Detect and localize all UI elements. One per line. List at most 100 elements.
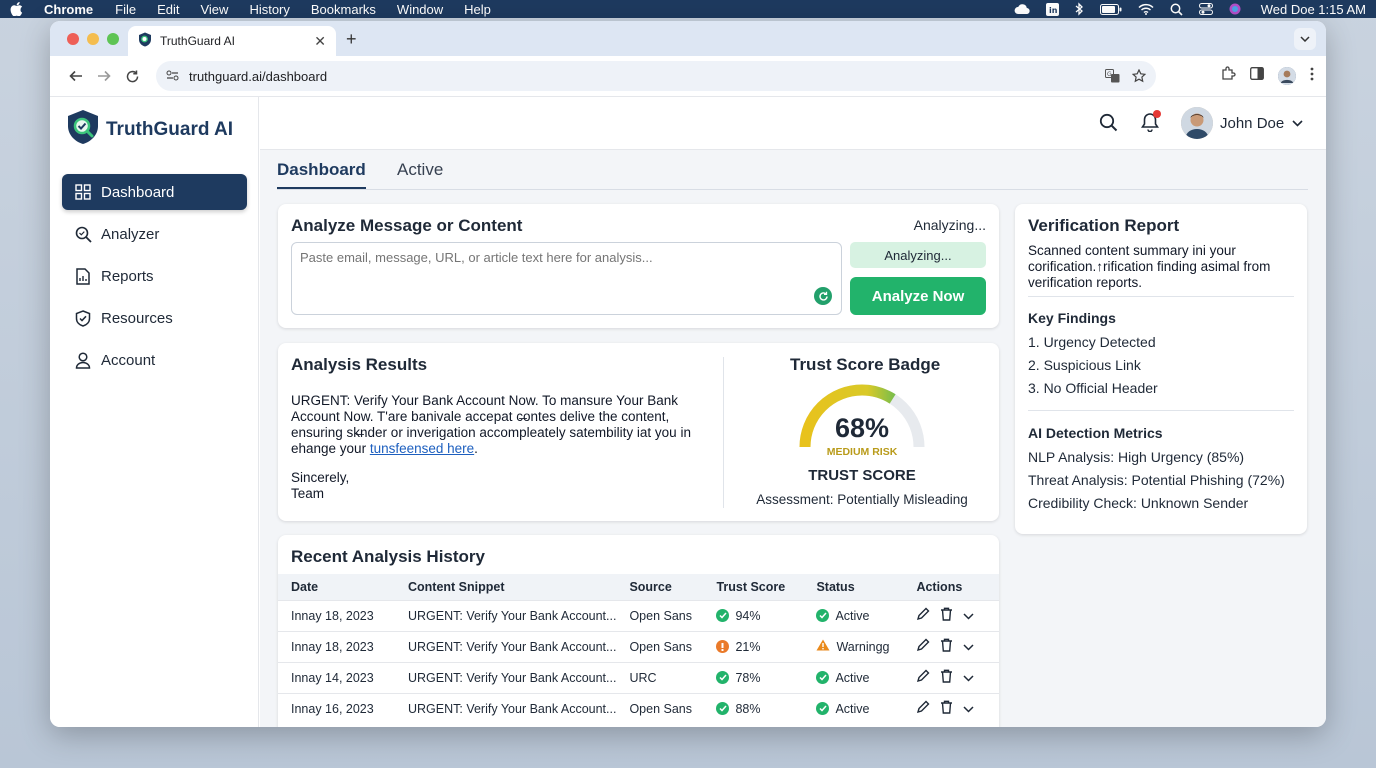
- site-info-icon[interactable]: [166, 69, 179, 84]
- browser-menu-icon[interactable]: [1310, 67, 1314, 86]
- siri-icon[interactable]: [1229, 3, 1241, 15]
- edit-pencil-icon[interactable]: [916, 669, 930, 686]
- sidebar-item-resources[interactable]: Resources: [62, 300, 247, 336]
- cloud-icon[interactable]: [1014, 3, 1030, 15]
- trash-icon[interactable]: [940, 669, 953, 686]
- close-window-button[interactable]: [67, 33, 79, 45]
- date-cell: Innay 18, 2023: [278, 630, 395, 662]
- chevron-down-icon[interactable]: [963, 671, 974, 685]
- sidebar-item-reports[interactable]: Reports: [62, 258, 247, 294]
- new-tab-icon[interactable]: +: [346, 29, 357, 50]
- menu-bookmarks[interactable]: Bookmarks: [311, 2, 376, 17]
- sidebar-item-dashboard[interactable]: Dashboard: [62, 174, 247, 210]
- shield-magnifier-logo-icon: [66, 109, 100, 150]
- bookmark-star-icon[interactable]: [1132, 69, 1146, 83]
- content-input[interactable]: [291, 242, 842, 315]
- apple-icon[interactable]: [10, 2, 26, 16]
- status-cell: Warningg: [803, 630, 904, 662]
- wifi-icon[interactable]: [1138, 3, 1154, 15]
- tab-search-chevron-icon[interactable]: [1294, 28, 1316, 50]
- sidebar-item-label: Resources: [101, 309, 173, 327]
- column-header: Actions: [903, 574, 999, 600]
- tab-active[interactable]: Active: [397, 160, 443, 187]
- analysis-results-card: Analysis Results URGENT: Verify Your Ban…: [278, 343, 999, 521]
- check-circle-icon: [716, 702, 730, 716]
- profile-avatar-icon[interactable]: [1278, 67, 1296, 85]
- url-text[interactable]: truthguard.ai/dashboard: [189, 69, 1093, 84]
- menu-help[interactable]: Help: [464, 2, 491, 17]
- snippet-cell[interactable]: URGENT: Verify Your Bank Account...: [395, 599, 617, 631]
- column-header[interactable]: Content Snippet: [395, 574, 617, 600]
- column-header[interactable]: Status: [803, 574, 904, 600]
- trash-icon[interactable]: [940, 638, 953, 655]
- forward-arrow-icon[interactable]: [90, 62, 118, 90]
- column-header[interactable]: Trust Score: [703, 574, 804, 600]
- table-row[interactable]: Innay 14, 2023 URGENT: Verify Your Bank …: [278, 661, 999, 693]
- score-value: 94%: [735, 608, 761, 623]
- score-cell: 88%: [703, 692, 804, 724]
- check-circle-icon: [716, 609, 730, 622]
- user-menu[interactable]: John Doe: [1181, 107, 1303, 139]
- browser-tab[interactable]: TruthGuard AI ✕: [128, 26, 336, 56]
- results-link[interactable]: tunsfeensed here: [370, 441, 474, 456]
- status-badge: Active: [835, 608, 870, 623]
- table-row[interactable]: Innay 18, 2023 URGENT: Verify Your Bank …: [278, 630, 999, 662]
- tab-close-icon[interactable]: ✕: [314, 33, 326, 50]
- minimize-window-button[interactable]: [87, 33, 99, 45]
- history-title: Recent Analysis History: [291, 547, 485, 566]
- source-cell: URC: [616, 661, 704, 693]
- snippet-cell[interactable]: URGENT: Verify Your Bank Account...: [395, 630, 617, 662]
- menu-window[interactable]: Window: [397, 2, 443, 17]
- menu-clock[interactable]: Wed Doe 1:15 AM: [1261, 2, 1366, 17]
- trash-icon[interactable]: [940, 700, 953, 717]
- refresh-icon[interactable]: [814, 287, 832, 305]
- search-icon[interactable]: [1099, 113, 1118, 137]
- sidebar-item-account[interactable]: Account: [62, 342, 247, 378]
- translate-icon[interactable]: G: [1105, 69, 1120, 83]
- favicon-shield-icon: [138, 32, 152, 50]
- menu-history[interactable]: History: [249, 2, 289, 17]
- edit-pencil-icon[interactable]: [916, 638, 930, 655]
- menu-view[interactable]: View: [200, 2, 228, 17]
- table-row[interactable]: Innay 16, 2023 URGENT: Verify Your Bank …: [278, 692, 999, 724]
- menu-file[interactable]: File: [115, 2, 136, 17]
- menu-edit[interactable]: Edit: [157, 2, 179, 17]
- actions-cell: [903, 630, 999, 662]
- sidebar-item-analyzer[interactable]: Analyzer: [62, 216, 247, 252]
- edit-pencil-icon[interactable]: [916, 607, 930, 624]
- edit-pencil-icon[interactable]: [916, 700, 930, 717]
- snippet-cell[interactable]: URGENT: Verify Your Bank Account...: [395, 661, 617, 693]
- trash-icon[interactable]: [940, 607, 953, 624]
- side-panel-icon[interactable]: [1250, 67, 1264, 85]
- spotlight-icon[interactable]: [1170, 3, 1183, 16]
- signature-line: Sincerely,: [291, 470, 350, 485]
- chevron-down-icon[interactable]: [963, 702, 974, 716]
- svg-text:G: G: [1107, 71, 1112, 78]
- tab-dashboard[interactable]: Dashboard: [277, 160, 366, 189]
- chevron-down-icon[interactable]: [963, 640, 974, 654]
- chevron-down-icon[interactable]: [963, 609, 974, 623]
- ai-metrics-title: AI Detection Metrics: [1028, 425, 1163, 441]
- check-circle-icon: [816, 702, 830, 716]
- column-header[interactable]: Date: [278, 574, 395, 600]
- brand-logo[interactable]: TruthGuard AI: [66, 109, 233, 150]
- zoom-window-button[interactable]: [107, 33, 119, 45]
- extensions-puzzle-icon[interactable]: [1221, 66, 1236, 86]
- analyze-now-button[interactable]: Analyze Now: [850, 277, 986, 315]
- signature-line: Team: [291, 486, 325, 501]
- back-arrow-icon[interactable]: [62, 62, 90, 90]
- address-bar[interactable]: truthguard.ai/dashboard G: [156, 61, 1156, 91]
- battery-icon[interactable]: [1099, 3, 1122, 15]
- column-header[interactable]: Source: [616, 574, 704, 600]
- control-center-icon[interactable]: [1198, 3, 1213, 15]
- linkedin-icon[interactable]: in: [1045, 2, 1059, 16]
- menu-app-name[interactable]: Chrome: [44, 2, 93, 17]
- snippet-cell[interactable]: URGENT: Verify Your Bank Account...: [395, 692, 617, 724]
- score-cell: 21%: [703, 630, 804, 662]
- score-value: 21%: [735, 639, 761, 654]
- table-row[interactable]: Innay 18, 2023 URGENT: Verify Your Bank …: [278, 599, 999, 631]
- alert-circle-icon: [716, 640, 730, 653]
- reload-icon[interactable]: [118, 62, 146, 90]
- notification-bell-icon[interactable]: [1141, 110, 1161, 137]
- bluetooth-icon[interactable]: [1075, 2, 1084, 16]
